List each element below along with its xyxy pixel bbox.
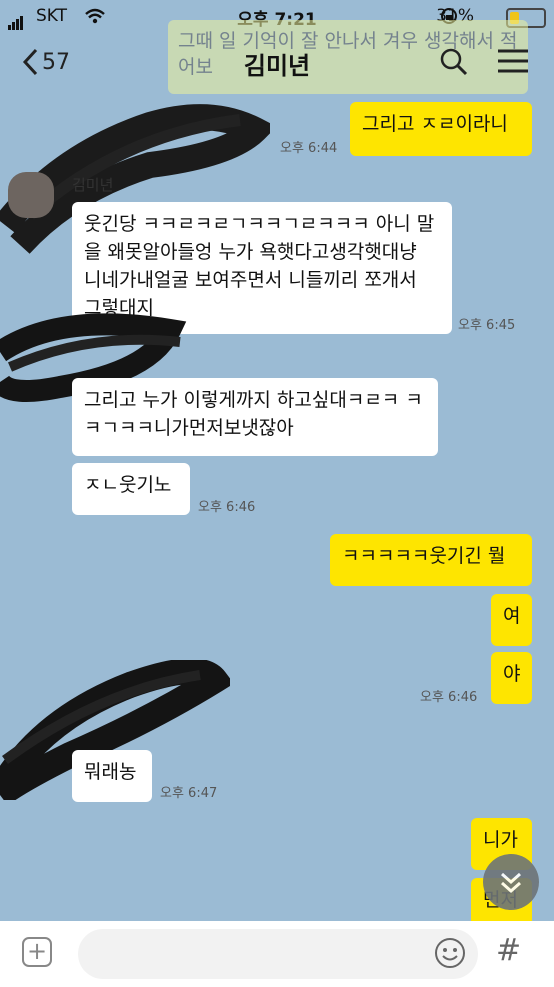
my-message-bubble[interactable]: 그리고 ㅈㄹ이라니 xyxy=(350,102,532,156)
message-time: 오후 6:45 xyxy=(458,318,516,333)
message-input[interactable] xyxy=(78,929,478,979)
other-message-bubble[interactable]: 뭐래농 xyxy=(72,750,152,802)
other-message-bubble[interactable]: ㅈㄴ웃기노 xyxy=(72,463,190,515)
message-input-bar: + # xyxy=(0,921,554,987)
message-time: 오후 6:47 xyxy=(160,786,218,801)
chat-title: 김미년 xyxy=(243,52,311,80)
sender-name: 김미년 xyxy=(72,176,114,194)
hash-icon[interactable]: # xyxy=(496,933,521,968)
other-message-bubble[interactable]: 그리고 누가 이렇게까지 하고싶대ㅋㄹㅋ ㅋㅋㄱㅋㅋ니가먼저보냇잖아 xyxy=(72,378,438,456)
message-time: 오후 6:44 xyxy=(280,141,338,156)
avatar[interactable] xyxy=(8,172,54,218)
my-message-bubble[interactable]: ㅋㅋㅋㅋㅋ웃기긴 뭘 xyxy=(330,534,532,586)
chevron-double-down-icon xyxy=(501,872,521,894)
emoji-icon[interactable] xyxy=(434,937,466,969)
my-message-bubble[interactable]: 야 xyxy=(491,652,532,704)
scroll-to-bottom-button[interactable] xyxy=(483,854,539,910)
chat-header: 57 김미년 xyxy=(0,32,554,96)
message-time: 오후 6:46 xyxy=(420,690,478,705)
hamburger-menu-icon[interactable] xyxy=(498,48,528,74)
plus-icon[interactable]: + xyxy=(22,937,52,967)
message-time: 오후 6:46 xyxy=(198,500,256,515)
my-message-bubble[interactable]: 여 xyxy=(491,594,532,646)
search-icon[interactable] xyxy=(440,48,468,76)
